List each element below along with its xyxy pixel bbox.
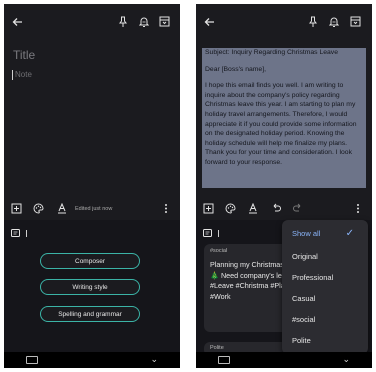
email-subject: Subject: Inquiry Regarding Christmas Lea…: [205, 49, 338, 56]
menu-item-social[interactable]: #social: [292, 315, 315, 324]
style-dropdown-menu: Show all ✓ Original Professional Casual …: [282, 220, 368, 354]
card-tag: Polite: [210, 345, 224, 351]
edited-timestamp: Edited just now: [75, 206, 113, 212]
menu-item-original[interactable]: Original: [292, 252, 318, 261]
email-draft-text[interactable]: Subject: Inquiry Regarding Christmas Lea…: [205, 48, 365, 175]
system-nav-bar: ⌄: [196, 352, 372, 368]
back-arrow-icon[interactable]: [12, 16, 24, 28]
text-format-icon[interactable]: [57, 203, 67, 214]
more-vert-icon[interactable]: [164, 203, 168, 214]
note-body-field[interactable]: Note: [15, 70, 32, 79]
undo-icon[interactable]: [271, 203, 281, 213]
ai-assist-panel: Composer Writing style Spelling and gram…: [4, 220, 180, 352]
keyboard-icon[interactable]: [218, 356, 230, 364]
menu-item-casual[interactable]: Casual: [292, 294, 315, 303]
text-format-icon[interactable]: [248, 203, 258, 214]
menu-item-show-all[interactable]: Show all: [292, 229, 320, 238]
card-tag: #social: [210, 248, 228, 254]
reminder-bell-icon[interactable]: [329, 16, 339, 28]
add-box-icon[interactable]: [11, 203, 22, 214]
text-caret: [218, 230, 219, 237]
palette-icon[interactable]: [33, 203, 44, 214]
email-body: I hope this email finds you well. I am w…: [205, 82, 357, 166]
system-nav-bar: ⌄: [4, 352, 180, 368]
text-caret: [12, 70, 13, 80]
ai-assist-icon[interactable]: [203, 229, 212, 237]
menu-item-polite[interactable]: Polite: [292, 336, 311, 345]
keyboard-icon[interactable]: [26, 356, 38, 364]
chevron-down-icon[interactable]: ⌄: [342, 354, 350, 365]
left-phone-screen: Title Note Edited just now Composer Writ…: [4, 4, 180, 368]
reminder-bell-icon[interactable]: [139, 16, 149, 28]
check-icon: ✓: [345, 228, 354, 239]
note-title-field[interactable]: Title: [13, 48, 35, 62]
writing-style-button[interactable]: Writing style: [40, 279, 140, 295]
more-vert-icon[interactable]: [356, 203, 360, 214]
right-phone-screen: Subject: Inquiry Regarding Christmas Lea…: [196, 4, 372, 368]
add-box-icon[interactable]: [203, 203, 214, 214]
archive-icon[interactable]: [350, 16, 361, 27]
email-greeting: Dear [Boss's name],: [205, 65, 266, 73]
text-caret: [26, 230, 27, 237]
menu-item-professional[interactable]: Professional: [292, 273, 333, 282]
back-arrow-icon[interactable]: [204, 16, 216, 28]
composer-button[interactable]: Composer: [40, 253, 140, 269]
spelling-grammar-button[interactable]: Spelling and grammar: [40, 306, 140, 322]
pin-icon[interactable]: [118, 16, 128, 28]
redo-icon[interactable]: [293, 203, 303, 213]
pin-icon[interactable]: [308, 16, 318, 28]
ai-assist-icon[interactable]: [11, 229, 20, 237]
chevron-down-icon[interactable]: ⌄: [150, 354, 158, 365]
palette-icon[interactable]: [225, 203, 236, 214]
archive-icon[interactable]: [159, 16, 170, 27]
